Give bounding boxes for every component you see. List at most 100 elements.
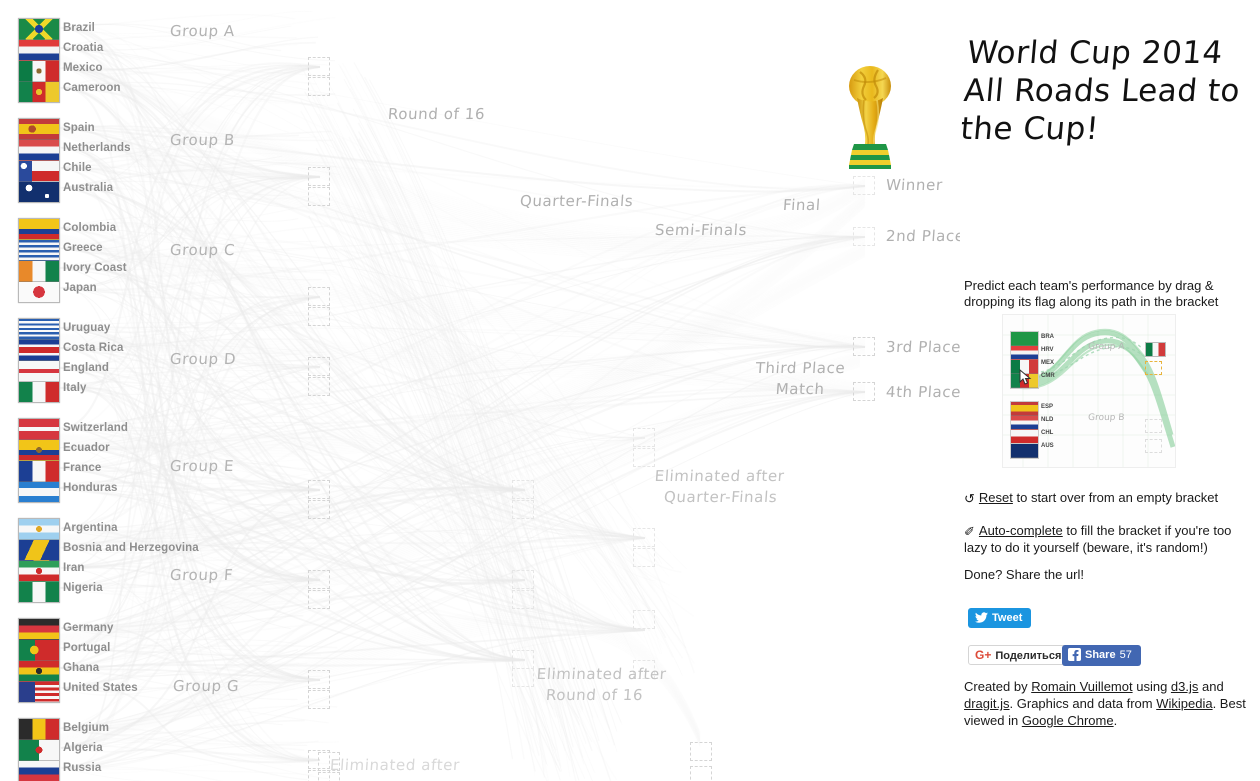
- flag-stack[interactable]: [18, 718, 60, 781]
- flag-crc[interactable]: [19, 340, 59, 361]
- bracket-slot[interactable]: [512, 650, 534, 669]
- flag-cmr[interactable]: [19, 82, 59, 102]
- bracket-slot[interactable]: [308, 377, 330, 396]
- bracket-slot[interactable]: [633, 448, 655, 467]
- bracket-slot[interactable]: [512, 480, 534, 499]
- flag-bih[interactable]: [19, 540, 59, 561]
- bracket-slot[interactable]: [308, 570, 330, 589]
- group-label-f: Group F: [169, 566, 234, 584]
- bracket-canvas[interactable]: Brazil Croatia Mexico Cameroon Spain Netherla…: [0, 0, 960, 781]
- bracket-slot[interactable]: [690, 742, 712, 761]
- flag-jpn[interactable]: [19, 282, 59, 302]
- flag-ned[interactable]: [19, 140, 59, 161]
- facebook-button-label: Share: [1085, 649, 1116, 661]
- bracket-slot[interactable]: [633, 610, 655, 629]
- flag-col[interactable]: [19, 219, 59, 240]
- twitter-icon: [975, 611, 988, 623]
- flag-esp[interactable]: [19, 119, 59, 140]
- bracket-slot[interactable]: [853, 337, 875, 356]
- flag-stack[interactable]: [18, 318, 60, 403]
- team-name-list: Germany Portugal Ghana United States: [63, 618, 138, 698]
- d3js-link[interactable]: d3.js: [1171, 679, 1198, 694]
- bracket-slot[interactable]: [633, 548, 655, 567]
- bracket-slot[interactable]: [308, 670, 330, 689]
- flag-mex[interactable]: [19, 61, 59, 82]
- flag-usa[interactable]: [19, 682, 59, 702]
- flag-gre[interactable]: [19, 240, 59, 261]
- facebook-share-button[interactable]: Share 57: [1062, 645, 1141, 666]
- team-name-hon: Honduras: [63, 482, 118, 494]
- bracket-slot[interactable]: [308, 307, 330, 326]
- reset-link[interactable]: Reset: [979, 490, 1013, 505]
- demo-flag-aus: [1011, 444, 1038, 458]
- result-label-4th-place: 4th Place: [885, 383, 960, 401]
- team-name-ger: Germany: [63, 622, 114, 634]
- bracket-slot[interactable]: [853, 382, 875, 401]
- flag-nga[interactable]: [19, 582, 59, 602]
- flag-stack[interactable]: [18, 518, 60, 603]
- flag-por[interactable]: [19, 640, 59, 661]
- flag-eng[interactable]: [19, 361, 59, 382]
- team-name-ita: Italy: [63, 382, 87, 394]
- bracket-slot[interactable]: [512, 500, 534, 519]
- bracket-slot[interactable]: [512, 590, 534, 609]
- bracket-slot[interactable]: [853, 176, 875, 195]
- flag-ger[interactable]: [19, 619, 59, 640]
- author-link[interactable]: Romain Vuillemot: [1031, 679, 1132, 694]
- flag-stack[interactable]: [18, 18, 60, 103]
- flag-ita[interactable]: [19, 382, 59, 402]
- flag-cro[interactable]: [19, 40, 59, 61]
- bracket-slot[interactable]: [308, 357, 330, 376]
- bracket-slot[interactable]: [512, 570, 534, 589]
- google-chrome-link[interactable]: Google Chrome: [1022, 713, 1114, 728]
- credits-prefix: Created by: [964, 679, 1032, 694]
- bracket-slot[interactable]: [308, 690, 330, 709]
- bracket-slot[interactable]: [308, 500, 330, 519]
- bracket-slot[interactable]: [308, 167, 330, 186]
- flag-stack[interactable]: [18, 418, 60, 503]
- flag-irn[interactable]: [19, 561, 59, 582]
- flag-stack[interactable]: [18, 218, 60, 303]
- bracket-slot[interactable]: [690, 766, 712, 781]
- bracket-slot[interactable]: [853, 227, 875, 246]
- google-plus-share-button[interactable]: G+ Поделиться: [968, 645, 1071, 665]
- bracket-slot[interactable]: [308, 187, 330, 206]
- flag-stack[interactable]: [18, 618, 60, 703]
- flag-ecu[interactable]: [19, 440, 59, 461]
- bracket-slot[interactable]: [633, 528, 655, 547]
- flag-sui[interactable]: [19, 419, 59, 440]
- bracket-slot[interactable]: [633, 428, 655, 447]
- flag-fra[interactable]: [19, 461, 59, 482]
- bracket-slot[interactable]: [512, 668, 534, 687]
- credits-using: using: [1132, 679, 1171, 694]
- team-name-arg: Argentina: [63, 522, 118, 534]
- flag-rus[interactable]: [19, 761, 59, 781]
- eliminated-label-quarter-finals: Eliminated after Quarter-Finals: [652, 467, 786, 506]
- tweet-button[interactable]: Tweet: [968, 608, 1032, 628]
- auto-complete-link[interactable]: Auto-complete: [979, 523, 1063, 538]
- flag-civ[interactable]: [19, 261, 59, 282]
- team-name-ecu: Ecuador: [63, 442, 110, 454]
- bracket-slot[interactable]: [308, 480, 330, 499]
- bracket-slot[interactable]: [308, 77, 330, 96]
- team-name-esp: Spain: [63, 122, 95, 134]
- dragitjs-link[interactable]: dragit.js: [964, 696, 1010, 711]
- flag-bel[interactable]: [19, 719, 59, 740]
- flag-bra[interactable]: [19, 19, 59, 40]
- flag-chi[interactable]: [19, 161, 59, 182]
- flag-gha[interactable]: [19, 661, 59, 682]
- group-label-e: Group E: [169, 457, 235, 475]
- flag-stack[interactable]: [18, 118, 60, 203]
- team-name-list: Uruguay Costa Rica England Italy: [63, 318, 123, 398]
- bracket-slot[interactable]: [308, 57, 330, 76]
- bracket-slot[interactable]: [308, 287, 330, 306]
- flag-aus[interactable]: [19, 182, 59, 202]
- bracket-slot[interactable]: [308, 590, 330, 609]
- flag-arg[interactable]: [19, 519, 59, 540]
- flag-hon[interactable]: [19, 482, 59, 502]
- result-label-3rd-place: 3rd Place: [885, 338, 960, 356]
- instructions-text: Predict each team's performance by drag …: [964, 278, 1219, 309]
- wikipedia-link[interactable]: Wikipedia: [1156, 696, 1212, 711]
- flag-uru[interactable]: [19, 319, 59, 340]
- flag-alg[interactable]: [19, 740, 59, 761]
